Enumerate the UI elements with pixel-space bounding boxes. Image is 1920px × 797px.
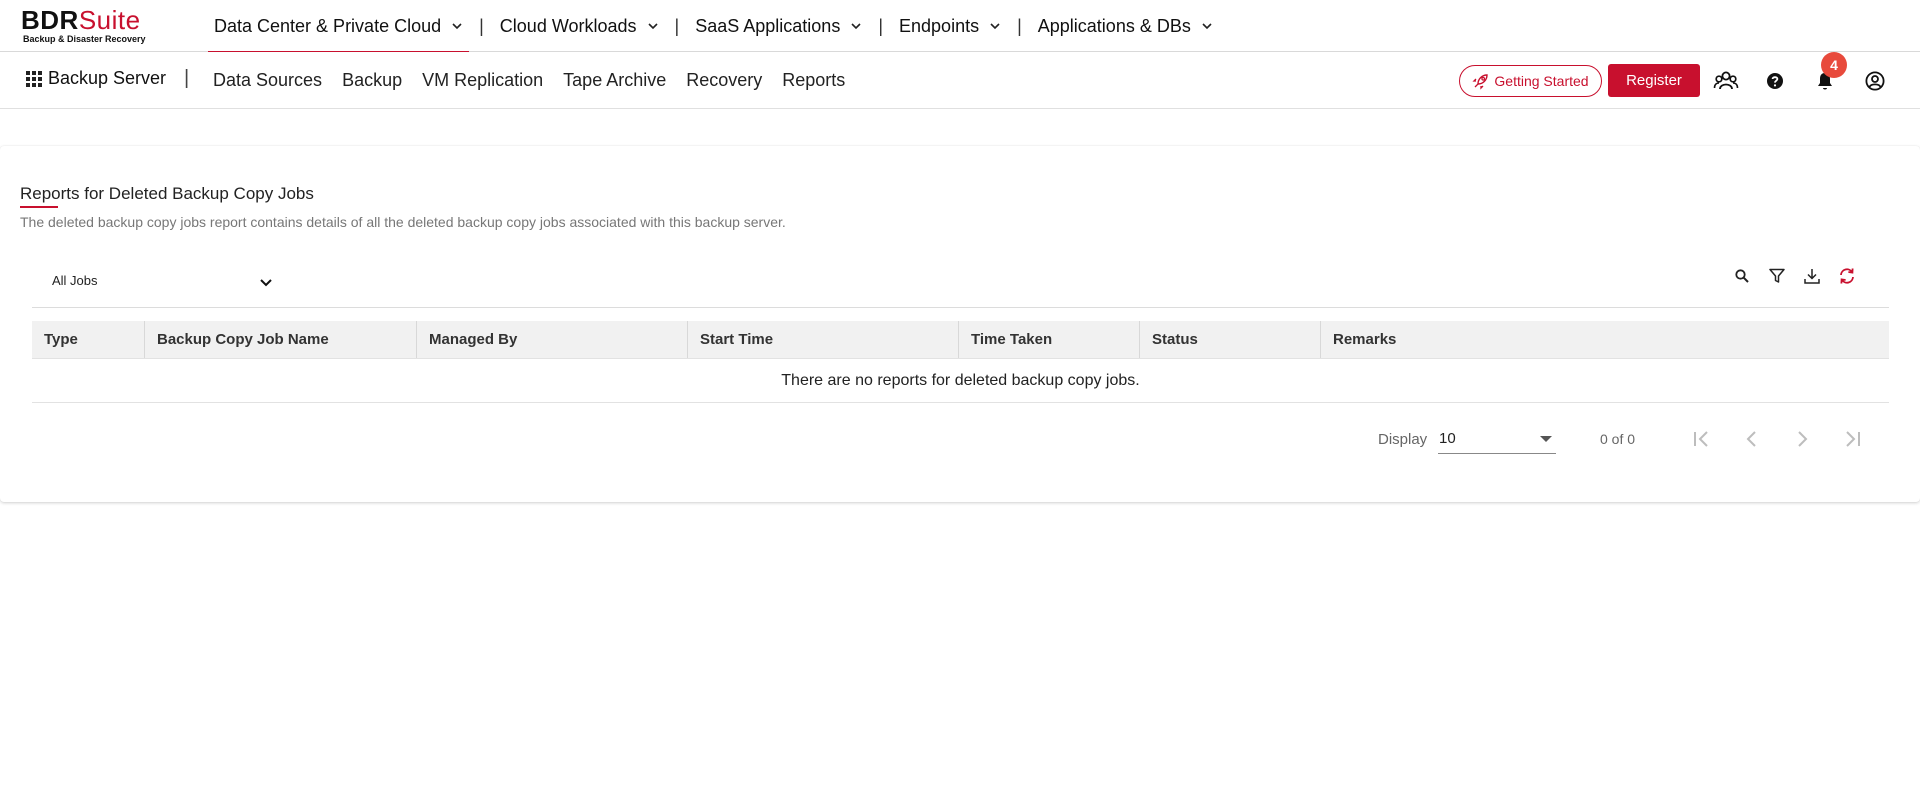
logo-tagline: Backup & Disaster Recovery <box>23 34 146 44</box>
product-nav-label: Endpoints <box>899 15 980 36</box>
nav-separator: | <box>878 15 884 36</box>
product-nav-label: Applications & DBs <box>1037 15 1191 36</box>
rocket-icon <box>1472 74 1489 90</box>
apps-grid-icon <box>26 70 42 87</box>
previous-page-icon[interactable] <box>1739 426 1765 452</box>
caret-down-icon <box>1540 435 1552 442</box>
chevron-down-icon <box>260 279 272 287</box>
table-header-row: Type Backup Copy Job Name Managed By Sta… <box>32 321 1889 359</box>
nav-vm-replication[interactable]: VM Replication <box>422 70 543 91</box>
product-nav-data-center[interactable]: Data Center & Private Cloud <box>208 0 470 53</box>
table-toolbar <box>1730 264 1870 288</box>
download-icon[interactable] <box>1800 264 1824 288</box>
nav-tape-archive[interactable]: Tape Archive <box>563 70 666 91</box>
page-count: 0 of 0 <box>1600 431 1636 447</box>
chevron-down-icon <box>851 23 861 30</box>
page-title: Reports for Deleted Backup Copy Jobs <box>20 184 314 203</box>
product-nav-label: Data Center & Private Cloud <box>214 15 442 36</box>
report-card: Reports for Deleted Backup Copy Jobs The… <box>0 146 1920 502</box>
column-header-time-taken[interactable]: Time Taken <box>959 321 1140 358</box>
page-size-value: 10 <box>1439 430 1456 447</box>
nav-backup[interactable]: Backup <box>342 70 402 91</box>
app-switcher[interactable]: Backup Server <box>26 68 166 89</box>
user-account-icon[interactable] <box>1862 68 1888 94</box>
getting-started-label: Getting Started <box>1494 73 1589 89</box>
job-filter-value: All Jobs <box>52 272 98 288</box>
community-icon[interactable] <box>1713 68 1739 94</box>
product-nav-cloud-workloads[interactable]: Cloud Workloads <box>494 0 665 52</box>
app-nav: Data Sources Backup VM Replication Tape … <box>203 52 855 109</box>
chevron-down-icon <box>1202 23 1212 30</box>
job-filter-select[interactable]: All Jobs <box>52 268 274 292</box>
chevron-down-icon <box>990 23 1000 30</box>
nav-reports[interactable]: Reports <box>782 70 845 91</box>
product-nav: Data Center & Private Cloud | Cloud Work… <box>208 0 1219 53</box>
last-page-icon[interactable] <box>1839 426 1865 452</box>
reports-table: Type Backup Copy Job Name Managed By Sta… <box>32 321 1889 403</box>
page-size-label: Display <box>1378 431 1428 448</box>
app-navbar: Backup Server | Data Sources Backup VM R… <box>0 52 1920 109</box>
next-page-icon[interactable] <box>1789 426 1815 452</box>
page-description: The deleted backup copy jobs report cont… <box>20 214 786 230</box>
toolbar-divider <box>32 307 1889 308</box>
nav-data-sources[interactable]: Data Sources <box>213 70 322 91</box>
empty-table-message: There are no reports for deleted backup … <box>32 359 1889 403</box>
pagination: Display 10 0 of 0 <box>1378 424 1888 454</box>
refresh-icon[interactable] <box>1835 264 1859 288</box>
chevron-down-icon <box>452 23 462 30</box>
column-header-type[interactable]: Type <box>32 321 145 358</box>
page-size-select[interactable]: 10 <box>1438 424 1556 454</box>
app-title: Backup Server <box>48 68 167 88</box>
nav-separator: | <box>1017 15 1022 36</box>
nav-recovery[interactable]: Recovery <box>686 70 762 91</box>
app-nav-separator: | <box>184 67 190 89</box>
register-button[interactable]: Register <box>1608 64 1700 97</box>
product-nav-saas-applications[interactable]: SaaS Applications <box>689 0 868 52</box>
column-header-start-time[interactable]: Start Time <box>688 321 959 358</box>
chevron-down-icon <box>647 23 658 30</box>
bdrsuite-logo[interactable]: BDRSuite Backup & Disaster Recovery <box>21 6 161 46</box>
search-icon[interactable] <box>1730 264 1754 288</box>
notification-badge: 4 <box>1821 52 1847 78</box>
product-nav-applications-dbs[interactable]: Applications & DBs <box>1032 0 1219 52</box>
filter-icon[interactable] <box>1765 264 1789 288</box>
column-header-status[interactable]: Status <box>1140 321 1321 358</box>
product-nav-label: SaaS Applications <box>695 15 841 36</box>
first-page-icon[interactable] <box>1689 426 1715 452</box>
product-nav-endpoints[interactable]: Endpoints <box>893 0 1007 52</box>
product-navbar: BDRSuite Backup & Disaster Recovery Data… <box>0 0 1920 53</box>
getting-started-button[interactable]: Getting Started <box>1459 65 1602 97</box>
logo-wordmark: BDRSuite <box>21 5 141 35</box>
nav-separator: | <box>479 15 484 36</box>
column-header-remarks[interactable]: Remarks <box>1321 321 1889 358</box>
product-nav-label: Cloud Workloads <box>499 15 637 36</box>
help-icon[interactable] <box>1762 68 1788 94</box>
column-header-job-name[interactable]: Backup Copy Job Name <box>145 321 417 358</box>
column-header-managed-by[interactable]: Managed By <box>417 321 688 358</box>
title-underline <box>20 206 58 208</box>
nav-separator: | <box>674 15 680 36</box>
